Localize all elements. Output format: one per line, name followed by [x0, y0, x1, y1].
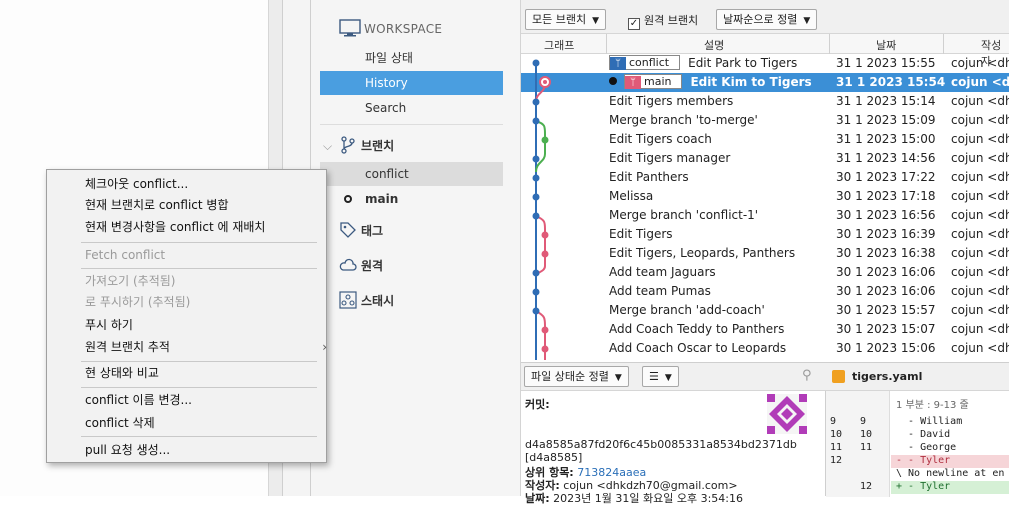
menu-item-merge[interactable]: 현재 브랜치로 conflict 병합: [85, 195, 229, 215]
col-date[interactable]: 날짜: [876, 37, 896, 53]
diff-line-removed: 12- - Tyler: [826, 455, 1009, 468]
commit-row-selected[interactable]: ᛘ main Edit Kim to Tigers 31 1 2023 15:54 …: [521, 73, 1009, 92]
sort-label: 날짜순으로 정렬: [723, 13, 798, 26]
commit-row[interactable]: Edit Tigers30 1 2023 16:39cojun <dhk: [521, 225, 1009, 244]
monitor-icon: [339, 19, 361, 37]
tag-icon: [339, 219, 361, 243]
commit-row[interactable]: ᛘ conflict Edit Park to Tigers 31 1 2023 1…: [521, 54, 1009, 73]
file-sort-dropdown[interactable]: 파일 상태순 정렬 ▼: [524, 366, 629, 387]
menu-item-push[interactable]: 푸시 하기: [85, 315, 133, 335]
remote-branch-label: 원격 브랜치: [644, 14, 699, 27]
head-indicator-icon: [609, 77, 617, 85]
current-branch-indicator: [344, 195, 352, 203]
diff-line: 11 11 - George: [830, 442, 957, 453]
menu-item-track-remote[interactable]: 원격 브랜치 추적 ›: [85, 337, 327, 357]
commit-row[interactable]: Add Coach Teddy to Panthers 30 1 2023 15:…: [521, 320, 1009, 339]
diff-line: 10 10 - David: [830, 429, 951, 440]
commit-graph: [521, 54, 581, 360]
commit-row[interactable]: Merge branch 'to-merge' 31 1 2023 15:09 co…: [521, 111, 1009, 130]
branch-icon: ᛘ: [610, 57, 626, 70]
section-branches[interactable]: ⌵ 브랜치: [323, 134, 394, 158]
commit-row[interactable]: Edit Tigers, Leopards, Panthers 30 1 2023…: [521, 244, 1009, 263]
section-stash[interactable]: 스태시: [323, 289, 394, 313]
commit-hash: d4a8585a87fd20f6c45b0085331a8534bd2371db: [525, 438, 797, 451]
col-graph[interactable]: 그래프: [544, 37, 574, 53]
sidebar: WORKSPACE 파일 상태 History Search ⌵ 브랜치 con…: [311, 0, 521, 496]
diff-lines: 99 - William 10 10 - David 11 11 - George …: [826, 416, 1009, 494]
commit-row[interactable]: Melissa30 1 2023 17:18cojun <dhk: [521, 187, 1009, 206]
date-row: 날짜: 2023년 1월 31일 화요일 오후 3:54:16: [525, 492, 743, 505]
commit-list: ᛘ conflict Edit Park to Tigers 31 1 2023 1…: [521, 54, 1009, 360]
diff-filename: tigers.yaml: [852, 370, 923, 383]
checkbox-checked-icon: ✓: [628, 18, 640, 30]
branch-tag-main[interactable]: ᛘ main: [624, 74, 683, 89]
sidebar-branch-main[interactable]: main: [320, 187, 503, 211]
menu-item-rename[interactable]: conflict 이름 변경...: [85, 390, 192, 410]
commit-row[interactable]: Add team Pumas30 1 2023 16:06cojun <dhk: [521, 282, 1009, 301]
sidebar-item-file-status[interactable]: 파일 상태: [320, 46, 503, 70]
menu-item-fetch: Fetch conflict: [85, 248, 166, 262]
commit-row[interactable]: Edit Tigers members 31 1 2023 15:14 cojun …: [521, 92, 1009, 111]
sidebar-item-search[interactable]: Search: [320, 96, 503, 120]
branch-filter-label: 모든 브랜치: [532, 13, 587, 26]
branch-filter-dropdown[interactable]: 모든 브랜치 ▼: [525, 9, 607, 30]
stash-icon: [339, 289, 361, 313]
menu-item-rebase[interactable]: 현재 변경사항을 conflict 에 재배치: [85, 217, 265, 237]
commit-row[interactable]: Edit Panthers30 1 2023 17:22cojun <dhk: [521, 168, 1009, 187]
remote-branch-checkbox[interactable]: ✓ 원격 브랜치: [628, 12, 698, 30]
author-avatar: [767, 394, 807, 434]
file-icon: [832, 370, 845, 383]
section-tags[interactable]: 태그: [323, 219, 383, 243]
commit-row[interactable]: Edit Tigers coach 31 1 2023 15:00 cojun <d…: [521, 130, 1009, 149]
workspace-header: WORKSPACE: [364, 22, 443, 36]
menu-item-checkout[interactable]: 체크아웃 conflict...: [85, 174, 188, 194]
commit-row[interactable]: Edit Tigers manager 31 1 2023 14:56 cojun …: [521, 149, 1009, 168]
chevron-down-icon: ⌵: [323, 139, 333, 153]
commit-short-hash: [d4a8585]: [525, 451, 583, 464]
commit-row[interactable]: Merge branch 'add-coach' 30 1 2023 15:57 c…: [521, 301, 1009, 320]
commit-detail-panel: 파일 상태순 정렬 ▼ ☰ ▼ ⚲ 커밋: d4a8585a87fd20f6c45b…: [521, 362, 826, 505]
diff-line: \ No newline at en: [896, 468, 1005, 479]
view-mode-dropdown[interactable]: ☰ ▼: [642, 366, 679, 387]
cloud-icon: [339, 254, 361, 278]
branch-tag-conflict[interactable]: ᛘ conflict: [609, 55, 681, 70]
commit-row[interactable]: Add Coach Oscar to Leopards 30 1 2023 15:…: [521, 339, 1009, 358]
menu-item-pull-tracked: 가져오기 (추적됨): [85, 274, 176, 288]
tags-label: 태그: [361, 224, 384, 238]
hunk-header: 1 부분 : 9-13 줄: [896, 400, 969, 411]
chevron-down-icon: ▼: [803, 16, 811, 26]
commit-label: 커밋:: [525, 398, 550, 411]
file-sort-label: 파일 상태순 정렬: [531, 370, 609, 383]
branch-context-menu: 체크아웃 conflict... 현재 브랜치로 conflict 병합 현재 …: [46, 169, 327, 463]
chevron-right-icon: ›: [322, 340, 327, 354]
menu-item-create-pr[interactable]: pull 요청 생성...: [85, 440, 170, 460]
chevron-down-icon: ▼: [664, 373, 672, 383]
sidebar-item-history[interactable]: History: [320, 71, 503, 95]
stash-label: 스태시: [361, 294, 395, 308]
history-toolbar: 모든 브랜치 ▼ ✓ 원격 브랜치 날짜순으로 정렬 ▼: [521, 0, 1009, 34]
branch-icon: ᛘ: [625, 76, 641, 89]
branches-label: 브랜치: [361, 139, 395, 153]
sidebar-branch-conflict[interactable]: conflict: [320, 162, 503, 186]
branch-icon: [339, 134, 361, 158]
list-icon: ☰: [649, 370, 659, 383]
menu-item-delete[interactable]: conflict 삭제: [85, 413, 155, 433]
remotes-label: 원격: [361, 259, 384, 273]
chevron-down-icon: ▼: [614, 373, 622, 383]
search-icon[interactable]: ⚲: [802, 368, 812, 383]
sidebar-divider: [320, 124, 503, 125]
commit-row[interactable]: Merge branch 'conflict-1' 30 1 2023 16:56…: [521, 206, 1009, 225]
section-remotes[interactable]: 원격: [323, 254, 383, 278]
commit-list-header: 그래프 설명 날짜 작성자: [521, 34, 1009, 68]
diff-line: 99 - William: [830, 416, 963, 427]
diff-line-added: 12 + - Tyler: [826, 481, 1009, 494]
diff-panel: tigers.yaml 1 부분 : 9-13 줄 99 - William 1…: [826, 362, 1009, 497]
chevron-down-icon: ▼: [592, 16, 600, 26]
col-description[interactable]: 설명: [704, 37, 724, 53]
sort-dropdown[interactable]: 날짜순으로 정렬 ▼: [716, 9, 818, 30]
branch-main-label: main: [365, 192, 399, 206]
menu-item-push-tracked: 로 푸시하기 (추적됨): [85, 295, 191, 309]
menu-item-diff-current[interactable]: 현 상태와 비교: [85, 363, 159, 383]
commit-row[interactable]: Add team Jaguars 30 1 2023 16:06 cojun <dh…: [521, 263, 1009, 282]
